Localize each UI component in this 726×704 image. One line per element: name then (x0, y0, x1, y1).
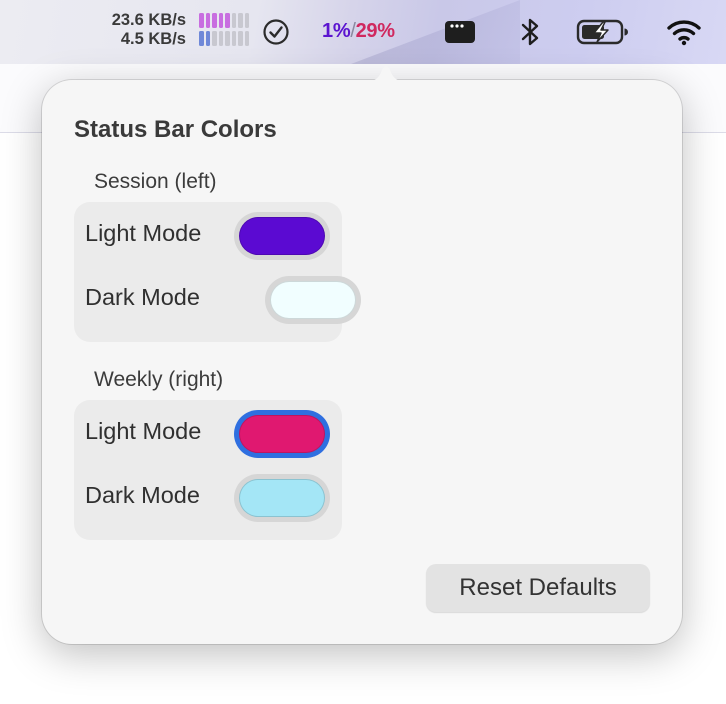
battery-charging-icon[interactable] (576, 19, 630, 45)
network-activity-bars-icon[interactable] (199, 13, 249, 49)
upload-speed: 23.6 KB/s (111, 11, 186, 29)
session-dark-color-well[interactable] (265, 276, 361, 324)
weekly-usage: 29% (355, 20, 395, 42)
bluetooth-icon[interactable] (517, 15, 543, 49)
app-window-icon[interactable] (443, 19, 477, 45)
checkmark-circle-icon[interactable] (262, 18, 290, 46)
wifi-icon[interactable] (666, 18, 702, 46)
section-label-session: Session (left) (94, 170, 217, 193)
download-speed: 4.5 KB/s (120, 30, 186, 48)
row-label: Light Mode (85, 220, 202, 246)
usage-status-item[interactable]: 1%/29% (322, 20, 395, 43)
session-light-color-well[interactable] (234, 212, 330, 260)
status-bar-colors-popover: Status Bar Colors Session (left) Light M… (42, 66, 682, 644)
weekly-dark-mode-row: Dark Mode (74, 464, 342, 528)
popover-arrow (366, 66, 406, 82)
reset-defaults-button[interactable]: Reset Defaults (426, 564, 650, 612)
session-light-mode-row: Light Mode (74, 202, 342, 266)
weekly-color-group: Light Mode Dark Mode (74, 400, 342, 540)
weekly-light-mode-row: Light Mode (74, 400, 342, 464)
row-label: Dark Mode (85, 284, 200, 310)
weekly-light-color-well[interactable] (234, 410, 330, 458)
color-fill (239, 479, 325, 517)
menu-bar: 23.6 KB/s 4.5 KB/s 1%/29% (0, 0, 726, 64)
row-label: Dark Mode (85, 482, 200, 508)
color-fill (239, 415, 325, 453)
weekly-dark-color-well[interactable] (234, 474, 330, 522)
section-label-weekly: Weekly (right) (94, 368, 224, 391)
color-fill (239, 217, 325, 255)
network-speed-widget[interactable]: 23.6 KB/s 4.5 KB/s (92, 11, 186, 49)
session-color-group: Light Mode Dark Mode (74, 202, 361, 342)
session-dark-mode-row: Dark Mode (74, 266, 361, 330)
color-fill (270, 281, 356, 319)
row-label: Light Mode (85, 418, 202, 444)
popover-title: Status Bar Colors (74, 116, 277, 143)
session-usage: 1% (322, 20, 351, 42)
